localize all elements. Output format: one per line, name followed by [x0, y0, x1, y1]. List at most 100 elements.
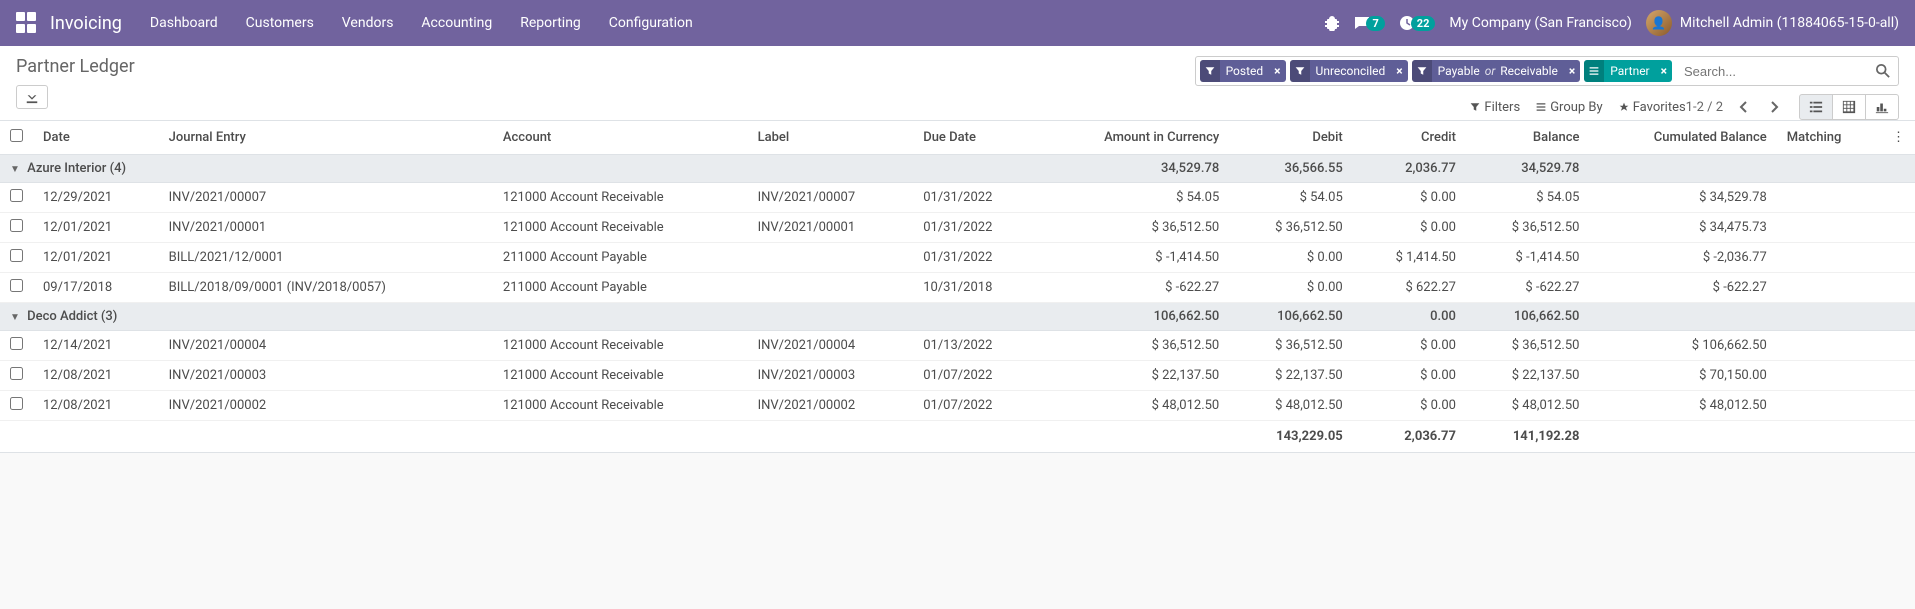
- facet-remove[interactable]: ×: [1656, 64, 1672, 78]
- facet-remove[interactable]: ×: [1564, 64, 1580, 78]
- cell-due-date: 01/31/2022: [913, 243, 1039, 273]
- groupby-dropdown[interactable]: Group By: [1536, 100, 1603, 115]
- facet-remove[interactable]: ×: [1269, 64, 1285, 78]
- cell-amount-currency: $ -622.27: [1039, 273, 1229, 303]
- cell-debit: $ 0.00: [1229, 273, 1353, 303]
- list-view-button[interactable]: [1799, 94, 1833, 120]
- row-checkbox[interactable]: [10, 219, 23, 232]
- col-credit[interactable]: Credit: [1353, 121, 1466, 155]
- cell-balance: $ -622.27: [1466, 273, 1590, 303]
- cell-matching: [1777, 331, 1882, 361]
- facet-icon: [1584, 60, 1604, 82]
- row-checkbox[interactable]: [10, 337, 23, 350]
- search-facet-2: Payable or Receivable×: [1412, 60, 1581, 82]
- apps-icon[interactable]: [16, 12, 38, 34]
- graph-view-button[interactable]: [1866, 94, 1899, 120]
- cell-balance: $ 54.05: [1466, 183, 1590, 213]
- col-label[interactable]: Label: [748, 121, 914, 155]
- cell-credit: $ 0.00: [1353, 183, 1466, 213]
- app-brand[interactable]: Invoicing: [50, 13, 122, 34]
- top-nav: Invoicing Dashboard Customers Vendors Ac…: [0, 0, 1915, 46]
- funnel-icon: [1470, 102, 1480, 112]
- cell-credit: $ 0.00: [1353, 361, 1466, 391]
- facet-icon: [1200, 60, 1220, 82]
- pager-next[interactable]: [1765, 99, 1783, 115]
- menu-configuration[interactable]: Configuration: [609, 15, 693, 31]
- table-row[interactable]: 12/01/2021BILL/2021/12/0001211000 Accoun…: [0, 243, 1915, 273]
- group-header-row[interactable]: ▼ Deco Addict (3)106,662.50106,662.500.0…: [0, 303, 1915, 331]
- row-checkbox[interactable]: [10, 279, 23, 292]
- cell-amount-currency: $ 22,137.50: [1039, 361, 1229, 391]
- download-button[interactable]: [16, 85, 48, 109]
- row-checkbox[interactable]: [10, 397, 23, 410]
- cell-date: 12/14/2021: [33, 331, 159, 361]
- group-header-row[interactable]: ▼ Azure Interior (4)34,529.7836,566.552,…: [0, 155, 1915, 183]
- cell-date: 12/08/2021: [33, 391, 159, 421]
- menu-accounting[interactable]: Accounting: [421, 15, 492, 31]
- col-options[interactable]: ⋮: [1882, 121, 1915, 155]
- footer-credit: 2,036.77: [1353, 421, 1466, 453]
- cell-cumulated: $ -2,036.77: [1589, 243, 1776, 273]
- group-credit: 2,036.77: [1353, 155, 1466, 183]
- pivot-view-button[interactable]: [1833, 94, 1866, 120]
- row-checkbox[interactable]: [10, 189, 23, 202]
- col-journal-entry[interactable]: Journal Entry: [159, 121, 493, 155]
- pager-prev[interactable]: [1735, 99, 1753, 115]
- col-balance[interactable]: Balance: [1466, 121, 1590, 155]
- cell-label: INV/2021/00001: [748, 213, 914, 243]
- activities-badge: 22: [1411, 16, 1436, 31]
- activities-icon[interactable]: 22: [1399, 15, 1436, 31]
- menu-vendors[interactable]: Vendors: [342, 15, 394, 31]
- table-row[interactable]: 09/17/2018BILL/2018/09/0001 (INV/2018/00…: [0, 273, 1915, 303]
- col-amount-currency[interactable]: Amount in Currency: [1039, 121, 1229, 155]
- row-checkbox[interactable]: [10, 367, 23, 380]
- cell-due-date: 01/07/2022: [913, 391, 1039, 421]
- list-icon: [1536, 102, 1546, 112]
- facet-remove[interactable]: ×: [1391, 64, 1407, 78]
- download-icon: [25, 90, 39, 104]
- group-debit: 36,566.55: [1229, 155, 1353, 183]
- user-name: Mitchell Admin (11884065-15-0-all): [1680, 15, 1899, 31]
- pager-value[interactable]: 1-2 / 2: [1686, 100, 1723, 115]
- facet-label: Partner: [1604, 64, 1655, 78]
- table-header-row: Date Journal Entry Account Label Due Dat…: [0, 121, 1915, 155]
- cell-cumulated: $ 70,150.00: [1589, 361, 1776, 391]
- cell-credit: $ 0.00: [1353, 213, 1466, 243]
- filters-dropdown[interactable]: Filters: [1470, 100, 1520, 115]
- bug-icon[interactable]: [1324, 15, 1340, 31]
- col-date[interactable]: Date: [33, 121, 159, 155]
- favorites-dropdown[interactable]: Favorites: [1619, 100, 1686, 115]
- cell-matching: [1777, 361, 1882, 391]
- table-row[interactable]: 12/08/2021INV/2021/00003121000 Account R…: [0, 361, 1915, 391]
- cell-amount-currency: $ -1,414.50: [1039, 243, 1229, 273]
- search-input[interactable]: [1676, 64, 1868, 79]
- table-row[interactable]: 12/08/2021INV/2021/00002121000 Account R…: [0, 391, 1915, 421]
- table-row[interactable]: 12/01/2021INV/2021/00001121000 Account R…: [0, 213, 1915, 243]
- cell-cumulated: $ 34,475.73: [1589, 213, 1776, 243]
- col-account[interactable]: Account: [493, 121, 748, 155]
- menu-reporting[interactable]: Reporting: [520, 15, 581, 31]
- cell-account: 121000 Account Receivable: [493, 213, 748, 243]
- col-due-date[interactable]: Due Date: [913, 121, 1039, 155]
- table-row[interactable]: 12/29/2021INV/2021/00007121000 Account R…: [0, 183, 1915, 213]
- messages-icon[interactable]: 7: [1354, 15, 1384, 31]
- col-debit[interactable]: Debit: [1229, 121, 1353, 155]
- pager: 1-2 / 2: [1686, 99, 1783, 115]
- search-icon[interactable]: [1868, 64, 1898, 78]
- row-checkbox[interactable]: [10, 249, 23, 262]
- cell-debit: $ 0.00: [1229, 243, 1353, 273]
- cell-journal-entry: BILL/2021/12/0001: [159, 243, 493, 273]
- table-row[interactable]: 12/14/2021INV/2021/00004121000 Account R…: [0, 331, 1915, 361]
- menu-dashboard[interactable]: Dashboard: [150, 15, 218, 31]
- cell-matching: [1777, 243, 1882, 273]
- menu-customers[interactable]: Customers: [246, 15, 314, 31]
- company-selector[interactable]: My Company (San Francisco): [1449, 15, 1631, 31]
- col-cumulated[interactable]: Cumulated Balance: [1589, 121, 1776, 155]
- caret-down-icon: ▼: [10, 164, 20, 175]
- select-all-checkbox[interactable]: [10, 129, 23, 142]
- search-facet-1: Unreconciled×: [1290, 60, 1408, 82]
- col-matching[interactable]: Matching: [1777, 121, 1882, 155]
- user-menu[interactable]: 👤 Mitchell Admin (11884065-15-0-all): [1646, 10, 1899, 36]
- group-balance: 34,529.78: [1466, 155, 1590, 183]
- cell-matching: [1777, 213, 1882, 243]
